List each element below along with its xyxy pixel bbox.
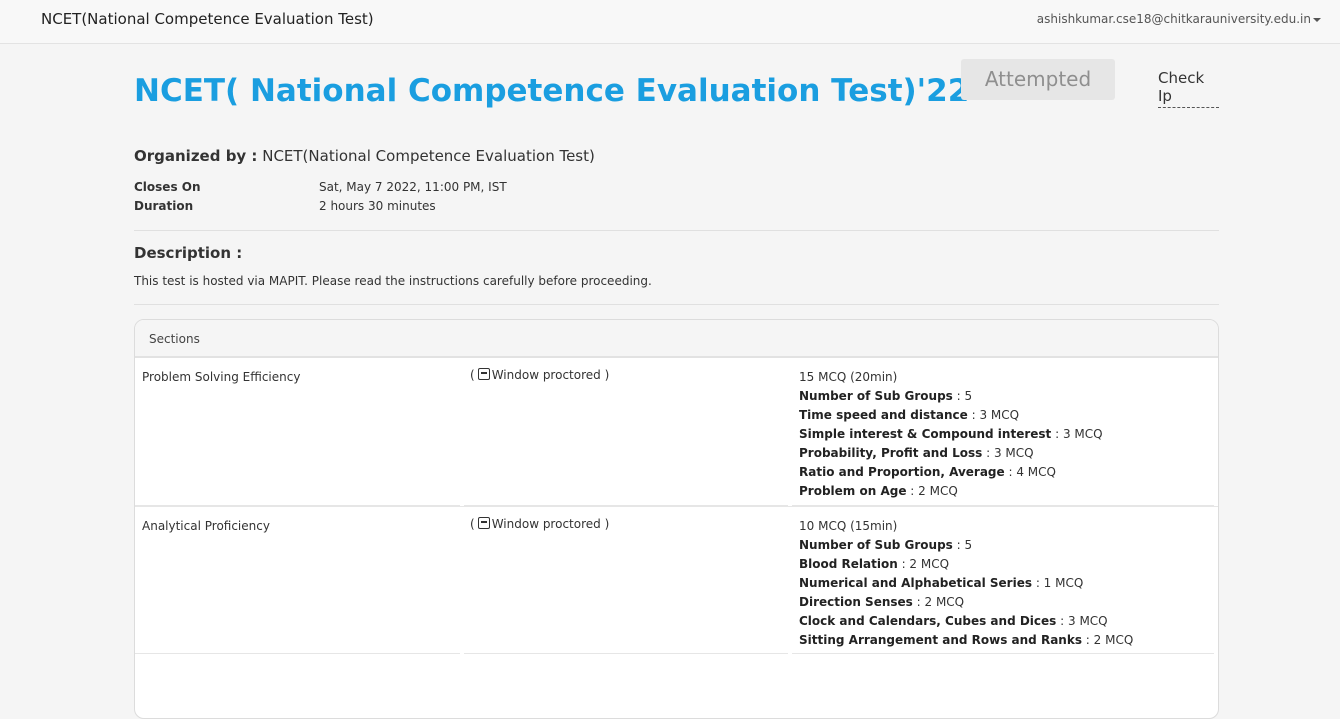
proctor-prefix: ( [470,368,475,382]
divider [134,230,1219,231]
proctor-info: ( Window proctored ) [464,507,788,654]
window-icon [477,368,490,380]
closes-value: Sat, May 7 2022, 11:00 PM, IST [319,180,507,194]
page-title: NCET( National Competence Evaluation Tes… [134,73,970,109]
organized-label: Organized by : [134,147,258,165]
subgroup-label: Sitting Arrangement and Rows and Ranks [799,633,1082,647]
subgroups-value: : 5 [956,389,973,403]
divider [134,304,1219,305]
subgroup-item: Blood Relation : 2 MCQ [799,555,1214,574]
subgroup-label: Blood Relation [799,557,898,571]
subgroup-value: : 2 MCQ [910,484,958,498]
section-name: Analytical Proficiency [135,507,460,654]
mcq-summary: 15 MCQ (20min) [799,370,898,384]
check-ip-link[interactable]: Check Ip [1158,69,1219,108]
section-details: 10 MCQ (15min) Number of Sub Groups : 5 … [792,507,1214,654]
subgroup-item: Time speed and distance : 3 MCQ [799,406,1214,425]
description-text: This test is hosted via MAPIT. Please re… [134,274,652,288]
subgroup-label: Clock and Calendars, Cubes and Dices [799,614,1057,628]
proctor-prefix: ( [470,517,475,531]
proctor-label: Window proctored ) [491,368,610,382]
mcq-summary: 10 MCQ (15min) [799,519,898,533]
duration-label: Duration [134,199,194,213]
sections-header: Sections [135,320,1218,358]
subgroup-label: Numerical and Alphabetical Series [799,576,1032,590]
subgroup-item: Simple interest & Compound interest : 3 … [799,425,1214,444]
proctor-label: Window proctored ) [491,517,610,531]
subgroup-value: : 3 MCQ [1060,614,1108,628]
subgroup-item: Problem on Age : 2 MCQ [799,482,1214,501]
subgroup-item: Clock and Calendars, Cubes and Dices : 3… [799,612,1214,631]
user-menu[interactable]: ashishkumar.cse18@chitkarauniversity.edu… [1037,12,1321,26]
sections-panel: Sections Problem Solving Efficiency ( Win… [134,319,1219,719]
subgroup-label: Time speed and distance [799,408,968,422]
subgroup-label: Direction Senses [799,595,913,609]
subgroup-value: : 4 MCQ [1008,465,1056,479]
section-details: 15 MCQ (20min) Number of Sub Groups : 5 … [792,358,1214,506]
subgroups-line: Number of Sub Groups : 5 [799,387,1214,406]
subgroup-value: : 3 MCQ [1055,427,1103,441]
user-email: ashishkumar.cse18@chitkarauniversity.edu… [1036,12,1311,26]
subgroup-item: Ratio and Proportion, Average : 4 MCQ [799,463,1214,482]
subgroup-item: Probability, Profit and Loss : 3 MCQ [799,444,1214,463]
subgroup-value: : 3 MCQ [971,408,1020,422]
section-row: Analytical Proficiency ( Window proctored… [135,506,1218,654]
window-icon [477,517,490,529]
subgroup-value: : 2 MCQ [916,595,965,609]
subgroups-line: Number of Sub Groups : 5 [799,536,1214,555]
subgroup-label: Probability, Profit and Loss [799,446,983,460]
chevron-down-icon [1313,17,1321,22]
closes-label: Closes On [134,180,201,194]
proctor-info: ( Window proctored ) [464,358,788,506]
subgroups-label: Number of Sub Groups [799,389,953,403]
organizer-name: NCET(National Competence Evaluation Test… [262,147,595,165]
attempted-button[interactable]: Attempted [961,59,1115,100]
subgroup-label: Ratio and Proportion, Average [799,465,1005,479]
subgroup-value: : 3 MCQ [986,446,1034,460]
section-row: Problem Solving Efficiency ( Window proct… [135,358,1218,506]
description-heading: Description : [134,244,243,262]
subgroup-item: Sitting Arrangement and Rows and Ranks :… [799,631,1214,650]
section-name: Problem Solving Efficiency [135,358,460,506]
brand-title[interactable]: NCET(National Competence Evaluation Test… [41,10,374,28]
subgroup-item: Direction Senses : 2 MCQ [799,593,1214,612]
subgroup-label: Problem on Age [799,484,907,498]
subgroup-value: : 1 MCQ [1035,576,1084,590]
duration-value: 2 hours 30 minutes [319,199,436,213]
subgroups-value: : 5 [956,538,973,552]
subgroups-label: Number of Sub Groups [799,538,953,552]
subgroup-item: Numerical and Alphabetical Series : 1 MC… [799,574,1214,593]
subgroup-label: Simple interest & Compound interest [799,427,1052,441]
top-navbar: NCET(National Competence Evaluation Test… [0,0,1340,44]
subgroup-value: : 2 MCQ [901,557,950,571]
organizer-line: Organized by : NCET(National Competence … [134,147,595,165]
subgroup-value: : 2 MCQ [1085,633,1134,647]
